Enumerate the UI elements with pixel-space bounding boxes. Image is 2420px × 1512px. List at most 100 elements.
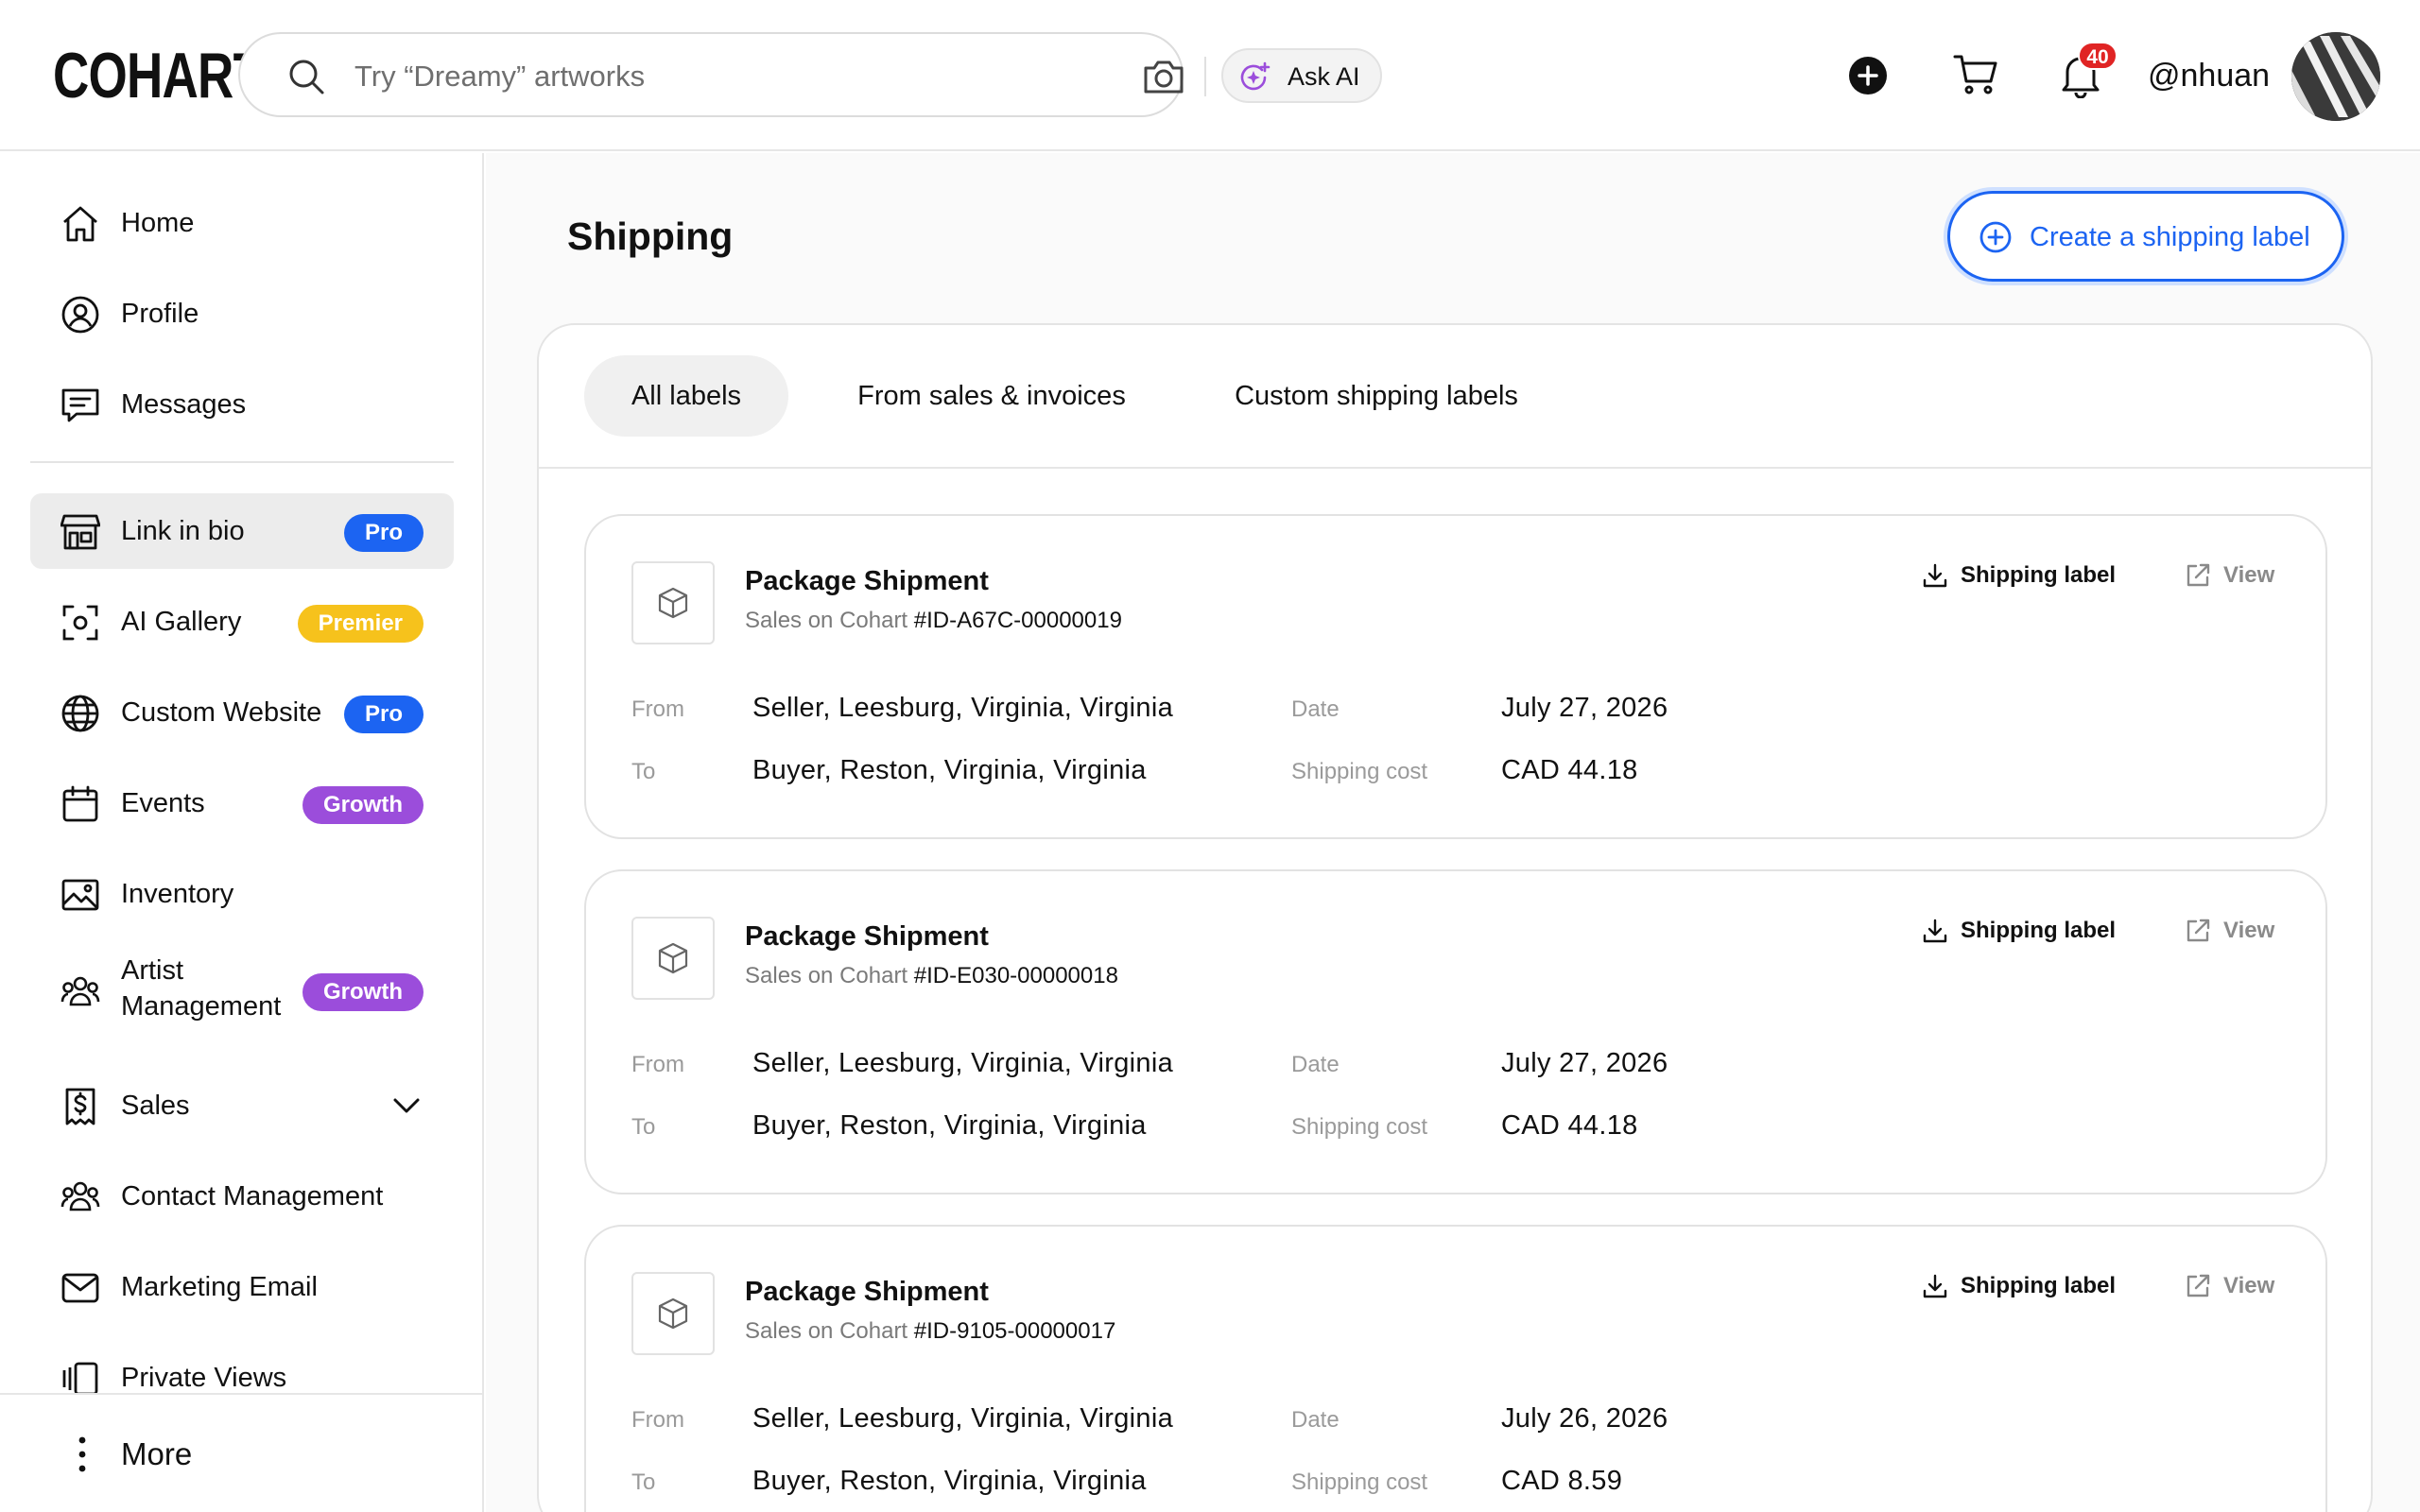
package-icon: [658, 1297, 688, 1330]
tab-all-labels[interactable]: All labels: [584, 355, 788, 437]
package-icon-box: [631, 917, 715, 1000]
notification-count-badge: 40: [2078, 42, 2118, 70]
sidebar-item-label: Private Views: [121, 1363, 287, 1393]
from-value: Seller, Leesburg, Virginia, Virginia: [752, 1048, 1173, 1078]
camera-icon[interactable]: [1142, 57, 1185, 96]
sidebar-item-link-in-bio[interactable]: Link in bio Pro: [30, 493, 454, 569]
search-icon: [289, 60, 324, 94]
more-vertical-icon: [78, 1436, 86, 1472]
sidebar-item-label: Messages: [121, 389, 247, 420]
sidebar-item-label: Custom Website: [121, 697, 322, 728]
sidebar-item-sales[interactable]: Sales: [30, 1068, 454, 1143]
shipment-title: Package Shipment: [745, 1277, 989, 1307]
sidebar-item-label: Contact Management: [121, 1181, 384, 1211]
from-label: From: [631, 696, 684, 722]
to-value: Buyer, Reston, Virginia, Virginia: [752, 1466, 1147, 1496]
storefront-icon: [60, 514, 100, 550]
sidebar-item-home[interactable]: Home: [30, 185, 454, 261]
cart-icon[interactable]: [1953, 53, 1998, 96]
shipment-id: #ID-E030-00000018: [913, 963, 1118, 988]
from-value: Seller, Leesburg, Virginia, Virginia: [752, 693, 1173, 723]
tab-from-sales-invoices[interactable]: From sales & invoices: [817, 355, 1167, 437]
pro-badge: Pro: [343, 514, 424, 552]
shipping-cost-value: CAD 44.18: [1501, 1110, 1638, 1141]
to-label: To: [631, 1469, 656, 1495]
sidebar-item-label: Inventory: [121, 879, 234, 909]
create-shipping-label-text: Create a shipping label: [2030, 222, 2310, 252]
from-value: Seller, Leesburg, Virginia, Virginia: [752, 1403, 1173, 1434]
username[interactable]: @nhuan: [2148, 57, 2270, 94]
download-icon: [1923, 919, 1947, 943]
page-title: Shipping: [567, 215, 734, 258]
user-circle-icon: [61, 296, 99, 334]
shipment-source: Sales on Cohart #ID-9105-00000017: [745, 1318, 1116, 1344]
from-label: From: [631, 1407, 684, 1433]
external-link-icon: [2187, 919, 2210, 942]
create-shipping-label-button[interactable]: Create a shipping label: [1947, 191, 2344, 282]
shipment-source: Sales on Cohart #ID-A67C-00000019: [745, 608, 1122, 633]
shipment-card[interactable]: Package Shipment Sales on Cohart #ID-E03…: [584, 869, 2327, 1194]
sidebar-more-button[interactable]: More: [0, 1393, 482, 1512]
sidebar-divider: [30, 461, 454, 463]
avatar[interactable]: [2291, 32, 2380, 121]
download-icon: [1923, 563, 1947, 588]
more-label: More: [121, 1436, 193, 1471]
globe-icon: [61, 695, 99, 732]
shipment-card[interactable]: Package Shipment Sales on Cohart #ID-910…: [584, 1225, 2327, 1512]
chat-icon: [61, 388, 99, 422]
sidebar-item-label: Events: [121, 788, 205, 818]
ask-ai-label: Ask AI: [1288, 62, 1360, 91]
shipping-cost-label: Shipping cost: [1291, 759, 1428, 784]
sidebar-item-label: Link in bio: [121, 516, 245, 546]
search-input[interactable]: Try “Dreamy” artworks: [354, 57, 645, 96]
shipment-card[interactable]: Package Shipment Sales on Cohart #ID-A67…: [584, 514, 2327, 839]
shipping-cost-label: Shipping cost: [1291, 1114, 1428, 1140]
package-icon: [658, 942, 688, 974]
sidebar-item-messages[interactable]: Messages: [30, 367, 454, 442]
shipment-id: #ID-9105-00000017: [913, 1318, 1116, 1344]
search-divider: [1204, 57, 1206, 96]
home-icon: [63, 206, 97, 242]
sidebar-item-artist-management[interactable]: Artist Management Growth: [30, 947, 454, 1038]
sidebar: Home Profile Messages Link in bio Pro AI…: [0, 153, 484, 1512]
shipping-cost-value: CAD 44.18: [1501, 755, 1638, 785]
add-icon[interactable]: [1849, 57, 1887, 94]
to-label: To: [631, 759, 656, 784]
shipping-panel: All labels From sales & invoices Custom …: [537, 323, 2373, 1512]
cohart-logo[interactable]: COHART: [53, 42, 264, 110]
date-label: Date: [1291, 1407, 1340, 1433]
sidebar-item-contact-management[interactable]: Contact Management: [30, 1159, 454, 1234]
ask-ai-button[interactable]: Ask AI: [1221, 48, 1382, 103]
date-label: Date: [1291, 696, 1340, 722]
search-bar[interactable]: Try “Dreamy” artworks Ask AI: [238, 32, 1382, 117]
download-icon: [1923, 1274, 1947, 1298]
shipping-cost-label: Shipping cost: [1291, 1469, 1428, 1495]
plus-circle-icon: [1979, 221, 2012, 253]
sidebar-item-label: Home: [121, 208, 195, 238]
premier-badge: Premier: [297, 605, 424, 643]
top-bar: COHART Try “Dreamy” artworks Ask AI 40 @…: [0, 0, 2420, 151]
chevron-down-icon[interactable]: [389, 1089, 424, 1123]
to-value: Buyer, Reston, Virginia, Virginia: [752, 755, 1147, 785]
tab-custom-shipping-labels[interactable]: Custom shipping labels: [1195, 355, 1558, 437]
to-value: Buyer, Reston, Virginia, Virginia: [752, 1110, 1147, 1141]
sidebar-item-label: AI Gallery: [121, 607, 242, 637]
sidebar-item-events[interactable]: Events Growth: [30, 765, 454, 841]
sidebar-item-inventory[interactable]: Inventory: [30, 856, 454, 932]
calendar-icon: [62, 785, 98, 822]
shipment-id: #ID-A67C-00000019: [913, 608, 1122, 633]
sidebar-item-custom-website[interactable]: Custom Website Pro: [30, 675, 454, 750]
contacts-icon: [60, 1181, 100, 1211]
sidebar-item-profile[interactable]: Profile: [30, 276, 454, 352]
external-link-icon: [2187, 1274, 2210, 1297]
sidebar-item-label: Sales: [121, 1091, 190, 1121]
sidebar-item-marketing-email[interactable]: Marketing Email: [30, 1249, 454, 1325]
sidebar-item-label: Artist Management: [121, 955, 282, 1022]
growth-badge: Growth: [302, 786, 424, 824]
shipment-title: Package Shipment: [745, 566, 989, 596]
shipment-title: Package Shipment: [745, 921, 989, 952]
date-value: July 27, 2026: [1501, 693, 1668, 723]
sidebar-item-label: Profile: [121, 299, 199, 329]
sidebar-item-ai-gallery[interactable]: AI Gallery Premier: [30, 584, 454, 660]
to-label: To: [631, 1114, 656, 1140]
